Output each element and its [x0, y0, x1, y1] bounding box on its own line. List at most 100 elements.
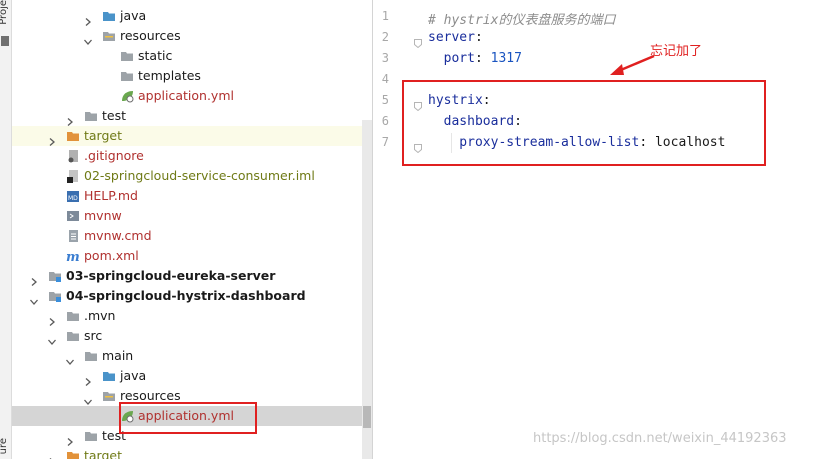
- maven-icon: m: [66, 249, 80, 265]
- tree-item-label: target: [84, 128, 123, 143]
- tree-item[interactable]: application.yml: [12, 86, 372, 106]
- line-number: 4: [381, 72, 389, 86]
- project-tree[interactable]: java resources static templates application.…: [12, 0, 372, 459]
- markdown-icon: MD: [66, 189, 80, 203]
- tree-item[interactable]: main: [12, 346, 372, 366]
- code-line[interactable]: # hystrix的仪表盘服务的端口: [428, 9, 615, 28]
- code-token: 1317: [490, 51, 522, 66]
- project-tool-stripe[interactable]: Proje ure: [0, 0, 12, 459]
- tree-item-label: 02-springcloud-service-consumer.iml: [84, 168, 315, 183]
- module-icon: [48, 289, 62, 303]
- tree-item[interactable]: 04-springcloud-hystrix-dashboard: [12, 286, 372, 306]
- code-token: port: [428, 51, 475, 66]
- tree-item-label: 04-springcloud-hystrix-dashboard: [66, 288, 306, 303]
- chevron-down-icon[interactable]: [30, 292, 38, 305]
- project-tab-label[interactable]: Proje: [0, 0, 12, 25]
- chevron-right-icon[interactable]: [66, 112, 74, 126]
- tree-item[interactable]: static: [12, 46, 372, 66]
- chevron-right-icon[interactable]: [48, 312, 56, 326]
- editor-gutter: [373, 0, 423, 459]
- tree-item[interactable]: m pom.xml: [12, 246, 372, 266]
- structure-tab-label[interactable]: ure: [0, 438, 12, 454]
- tree-item-label: .mvn: [84, 308, 116, 323]
- folder-icon: [66, 309, 80, 323]
- line-number: 1: [381, 9, 389, 23]
- tree-item[interactable]: .gitignore: [12, 146, 372, 166]
- tree-item-label: pom.xml: [84, 248, 139, 263]
- chevron-right-icon[interactable]: [30, 272, 38, 286]
- tree-item[interactable]: templates: [12, 66, 372, 86]
- folder-icon: [120, 49, 134, 63]
- tree-item-label: .gitignore: [84, 148, 144, 163]
- tree-item-label: mvnw: [84, 208, 122, 223]
- line-number: 2: [381, 30, 389, 44]
- code-token: :: [474, 30, 483, 45]
- line-number: 6: [381, 114, 389, 128]
- tree-item-label: test: [102, 108, 127, 123]
- tree-item-label: static: [138, 48, 173, 63]
- source-folder-icon: [102, 9, 116, 23]
- folder-icon: [66, 329, 80, 343]
- chevron-right-icon[interactable]: [66, 432, 74, 446]
- spring-config-icon: [120, 89, 134, 103]
- tree-item[interactable]: mvnw: [12, 206, 372, 226]
- excluded-folder-icon: [66, 449, 80, 459]
- tree-item[interactable]: target: [12, 446, 372, 459]
- tree-item-label: target: [84, 448, 123, 459]
- chevron-right-icon[interactable]: [48, 452, 56, 459]
- tree-item[interactable]: MD HELP.md: [12, 186, 372, 206]
- tree-item[interactable]: src: [12, 326, 372, 346]
- tree-item[interactable]: mvnw.cmd: [12, 226, 372, 246]
- folder-icon: [84, 109, 98, 123]
- iml-file-icon: [66, 169, 80, 183]
- project-tab-indicator: [1, 36, 9, 46]
- line-number: 3: [381, 51, 389, 65]
- tree-item-label: HELP.md: [84, 188, 138, 203]
- gitignore-icon: [66, 149, 80, 163]
- code-line[interactable]: port: 1317: [428, 51, 522, 66]
- tree-item-label: src: [84, 328, 103, 343]
- tree-item-label: resources: [120, 28, 181, 43]
- annotation-box-file: [119, 402, 257, 434]
- text-file-icon: [66, 229, 80, 243]
- chevron-right-icon[interactable]: [84, 372, 92, 386]
- tree-item[interactable]: .mvn: [12, 306, 372, 326]
- tree-item[interactable]: resources: [12, 26, 372, 46]
- source-folder-icon: [102, 369, 116, 383]
- shell-script-icon: [66, 209, 80, 223]
- tree-item[interactable]: target: [12, 126, 372, 146]
- fold-marker-icon[interactable]: [414, 138, 422, 154]
- tree-item[interactable]: java: [12, 6, 372, 26]
- chevron-right-icon[interactable]: [48, 132, 56, 146]
- svg-text:m: m: [66, 250, 80, 263]
- watermark: https://blog.csdn.net/weixin_44192363: [533, 431, 787, 446]
- resources-folder-icon: [102, 389, 116, 403]
- tree-item[interactable]: test: [12, 106, 372, 126]
- chevron-right-icon[interactable]: [84, 12, 92, 26]
- tree-item[interactable]: 02-springcloud-service-consumer.iml: [12, 166, 372, 186]
- tree-item-label: java: [120, 8, 147, 23]
- code-token: server: [428, 30, 475, 45]
- tree-scrollbar-thumb[interactable]: [363, 406, 371, 428]
- fold-marker-icon[interactable]: [414, 96, 422, 112]
- tree-item-label: main: [102, 348, 134, 363]
- tree-item-label: 03-springcloud-eureka-server: [66, 268, 276, 283]
- code-line[interactable]: server:: [428, 30, 483, 45]
- code-token: :: [474, 51, 491, 66]
- line-number: 7: [381, 135, 389, 149]
- tree-item[interactable]: java: [12, 366, 372, 386]
- chevron-down-icon[interactable]: [84, 392, 92, 405]
- folder-icon: [84, 349, 98, 363]
- fold-marker-icon[interactable]: [414, 33, 422, 49]
- chevron-down-icon[interactable]: [66, 352, 74, 365]
- svg-text:MD: MD: [68, 195, 78, 202]
- tree-item[interactable]: 03-springcloud-eureka-server: [12, 266, 372, 286]
- chevron-down-icon[interactable]: [48, 332, 56, 345]
- tree-item-label: application.yml: [138, 88, 234, 103]
- folder-icon: [120, 69, 134, 83]
- chevron-down-icon[interactable]: [84, 32, 92, 45]
- excluded-folder-icon: [66, 129, 80, 143]
- module-icon: [48, 269, 62, 283]
- resources-folder-icon: [102, 29, 116, 43]
- annotation-arrow-icon: [610, 54, 655, 75]
